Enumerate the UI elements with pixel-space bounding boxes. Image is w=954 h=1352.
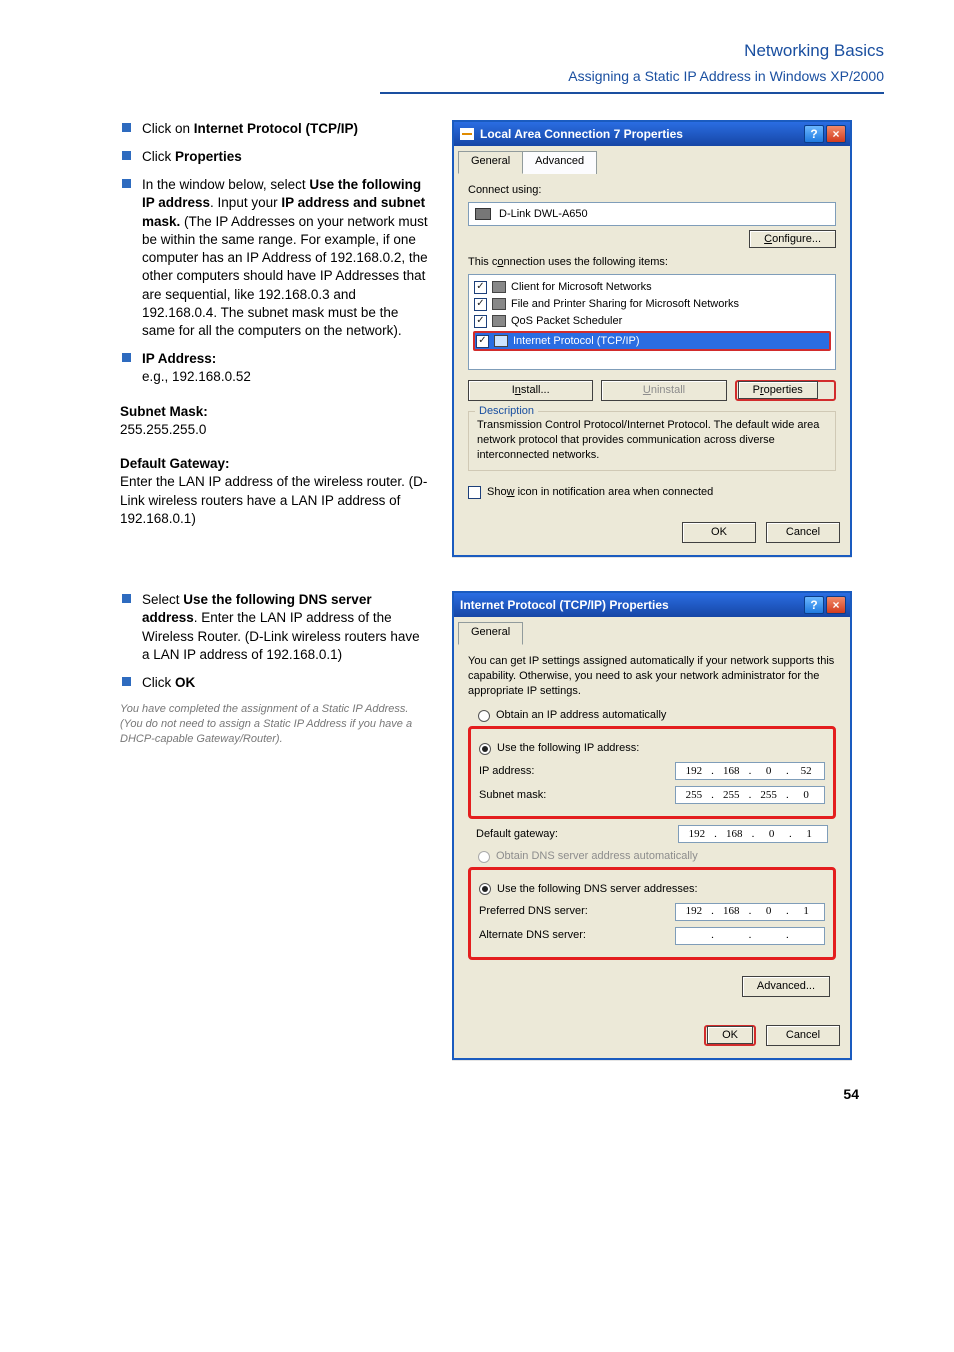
dialog-title: Local Area Connection 7 Properties — [480, 126, 683, 142]
help-button[interactable]: ? — [804, 596, 824, 614]
checkbox[interactable] — [476, 335, 489, 348]
properties-button[interactable]: Properties — [738, 381, 818, 399]
dns-settings-group: Use the following DNS server addresses: … — [468, 867, 836, 960]
service-icon — [492, 281, 506, 293]
ok-button[interactable]: OK — [707, 1026, 753, 1044]
preferred-dns-input[interactable]: 192. 168. 0. 1 — [675, 903, 825, 921]
subnet-mask-text: Subnet Mask: 255.255.255.0 — [120, 403, 430, 439]
description-group: Description Transmission Control Protoco… — [468, 411, 836, 472]
lan-properties-dialog: Local Area Connection 7 Properties ? × G… — [452, 120, 852, 557]
items-label: This connection uses the following items… — [468, 255, 836, 270]
uninstall-button: Uninstall — [601, 380, 726, 401]
radio-use-dns[interactable]: Use the following DNS server addresses: — [479, 882, 825, 897]
instruction-ip-address: IP Address: e.g., 192.168.0.52 — [120, 350, 430, 386]
subnet-mask-label: Subnet mask: — [479, 788, 546, 803]
item-qos[interactable]: QoS Packet Scheduler — [473, 313, 831, 330]
radio-icon[interactable] — [478, 710, 490, 722]
window-icon — [460, 128, 474, 140]
close-button[interactable]: × — [826, 596, 846, 614]
dialog-titlebar[interactable]: Local Area Connection 7 Properties ? × — [454, 122, 850, 146]
radio-icon[interactable] — [479, 743, 491, 755]
tab-general[interactable]: General — [458, 151, 523, 174]
radio-use-ip[interactable]: Use the following IP address: — [479, 741, 825, 756]
tcpip-properties-dialog: Internet Protocol (TCP/IP) Properties ? … — [452, 591, 852, 1059]
subnet-mask-input[interactable]: 255. 255. 255. 0 — [675, 786, 825, 804]
radio-obtain-dns: Obtain DNS server address automatically — [478, 849, 836, 864]
protocol-icon — [494, 335, 508, 347]
item-client[interactable]: Client for Microsoft Networks — [473, 279, 831, 296]
adapter-field: D-Link DWL-A650 — [468, 202, 836, 227]
checkbox[interactable] — [474, 298, 487, 311]
ip-address-input[interactable]: 192. 168. 0. 52 — [675, 762, 825, 780]
connect-using-label: Connect using: — [468, 183, 836, 198]
service-icon — [492, 298, 506, 310]
default-gateway-input[interactable]: 192. 168. 0. 1 — [678, 825, 828, 843]
dialog-title: Internet Protocol (TCP/IP) Properties — [460, 597, 669, 613]
checkbox[interactable] — [474, 315, 487, 328]
radio-icon[interactable] — [479, 883, 491, 895]
ip-settings-group: Use the following IP address: IP address… — [468, 726, 836, 819]
page-number: 54 — [843, 1085, 859, 1104]
connection-items-list[interactable]: Client for Microsoft Networks File and P… — [468, 274, 836, 370]
tab-general[interactable]: General — [458, 622, 523, 645]
item-tcpip[interactable]: Internet Protocol (TCP/IP) — [473, 331, 831, 352]
configure-button[interactable]: Configure... — [749, 230, 836, 248]
adapter-name: D-Link DWL-A650 — [499, 207, 588, 222]
cancel-button[interactable]: Cancel — [766, 1025, 840, 1046]
tab-advanced[interactable]: Advanced — [522, 151, 597, 174]
preferred-dns-label: Preferred DNS server: — [479, 904, 588, 919]
tcpip-intro: You can get IP settings assigned automat… — [468, 654, 836, 699]
item-file-print-share[interactable]: File and Printer Sharing for Microsoft N… — [473, 296, 831, 313]
cancel-button[interactable]: Cancel — [766, 522, 840, 543]
instruction-click-tcpip: Click on Internet Protocol (TCP/IP) — [120, 120, 430, 138]
alternate-dns-input[interactable]: . . . — [675, 927, 825, 945]
help-button[interactable]: ? — [804, 125, 824, 143]
radio-obtain-ip[interactable]: Obtain an IP address automatically — [478, 708, 836, 723]
description-text: Transmission Control Protocol/Internet P… — [477, 418, 827, 463]
page-header-subtitle: Assigning a Static IP Address in Windows… — [120, 67, 884, 92]
install-button[interactable]: Install... — [468, 380, 593, 401]
default-gateway-label: Default gateway: — [476, 827, 558, 842]
show-icon-checkbox[interactable]: Show icon in notification area when conn… — [468, 485, 836, 500]
advanced-button[interactable]: Advanced... — [742, 976, 830, 997]
page-header-title: Networking Basics — [120, 40, 884, 63]
service-icon — [492, 315, 506, 327]
checkbox[interactable] — [474, 281, 487, 294]
radio-icon — [478, 851, 490, 863]
adapter-icon — [475, 208, 491, 220]
ip-address-label: IP address: — [479, 764, 534, 779]
ok-button[interactable]: OK — [682, 522, 756, 543]
description-legend: Description — [475, 404, 538, 419]
header-rule — [380, 92, 884, 94]
checkbox[interactable] — [468, 486, 481, 499]
instruction-use-following-ip: In the window below, select Use the foll… — [120, 176, 430, 340]
close-button[interactable]: × — [826, 125, 846, 143]
dialog-titlebar[interactable]: Internet Protocol (TCP/IP) Properties ? … — [454, 593, 850, 617]
default-gateway-text: Default Gateway: Enter the LAN IP addres… — [120, 455, 430, 528]
alternate-dns-label: Alternate DNS server: — [479, 928, 586, 943]
instruction-click-properties: Click Properties — [120, 148, 430, 166]
instruction-click-ok: Click OK — [120, 674, 430, 692]
instruction-use-dns: Select Use the following DNS server addr… — [120, 591, 430, 664]
footnote: You have completed the assignment of a S… — [120, 702, 430, 747]
